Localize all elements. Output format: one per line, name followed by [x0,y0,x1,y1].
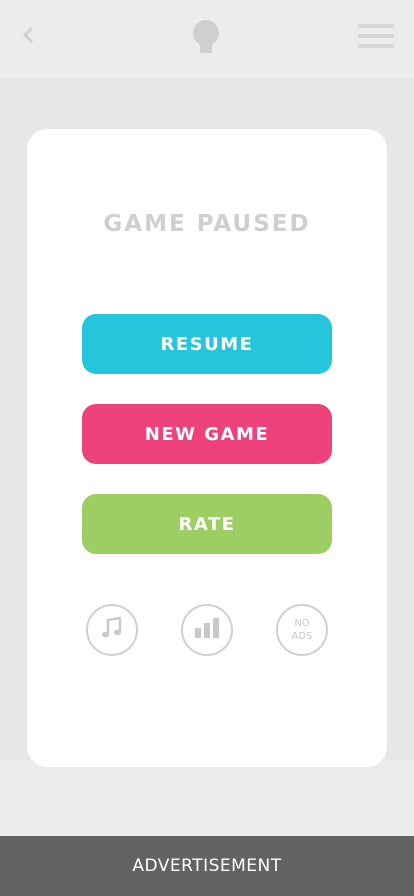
music-note-icon [99,615,125,645]
bar-chart-icon [194,617,220,643]
stats-button[interactable] [181,604,233,656]
resume-button[interactable]: RESUME [82,314,332,374]
advertisement-label: ADVERTISEMENT [132,856,282,876]
no-ads-button[interactable]: NO ADS [276,604,328,656]
no-ads-line2: ADS [291,631,313,642]
backdrop-lower [0,760,414,836]
menu-icon[interactable] [358,22,394,54]
new-game-button[interactable]: NEW GAME [82,404,332,464]
pause-modal: GAME PAUSED RESUME NEW GAME RATE NO ADS [27,129,387,767]
no-ads-line1: NO [294,618,310,629]
rate-button[interactable]: RATE [82,494,332,554]
modal-title: GAME PAUSED [103,211,311,237]
advertisement-banner[interactable]: ADVERTISEMENT [0,836,414,896]
back-icon[interactable] [18,24,40,50]
music-toggle-button[interactable] [86,604,138,656]
lightbulb-icon[interactable] [190,18,222,60]
no-ads-label: NO ADS [292,617,313,643]
header-bar [0,0,414,78]
